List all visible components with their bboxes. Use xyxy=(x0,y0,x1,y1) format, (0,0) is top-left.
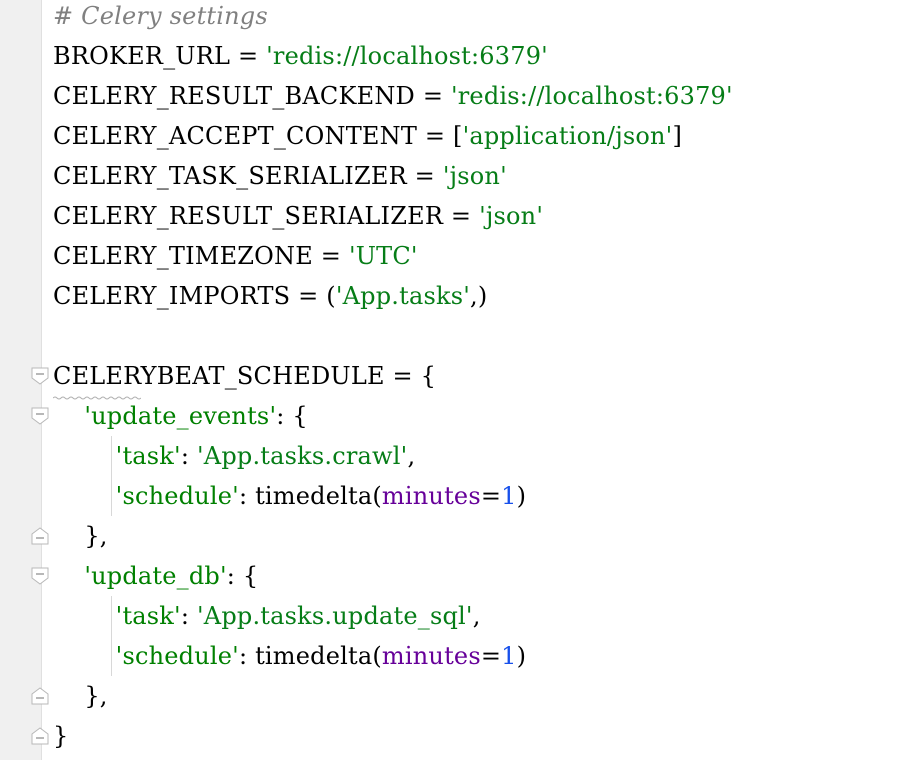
code-line[interactable]: 'schedule': timedelta(minutes=1) xyxy=(53,636,526,676)
code-token: ,) xyxy=(470,282,488,310)
code-token: 'redis://localhost:6379' xyxy=(266,42,548,70)
code-line[interactable]: 'task': 'App.tasks.crawl', xyxy=(53,436,415,476)
code-token: : timedelta( xyxy=(238,642,382,670)
code-token: ) xyxy=(516,482,527,510)
code-token: minutes xyxy=(381,482,481,510)
code-token: : timedelta( xyxy=(238,482,382,510)
code-token: ) xyxy=(516,642,527,670)
code-token: CELERY_RESULT_SERIALIZER = xyxy=(53,202,480,230)
code-line[interactable]: CELERYBEAT_SCHEDULE = { xyxy=(53,356,436,396)
code-token: 'UTC' xyxy=(348,242,418,270)
code-token: 'schedule' xyxy=(115,642,239,670)
code-line[interactable]: CELERY_ACCEPT_CONTENT = ['application/js… xyxy=(53,116,682,156)
code-token: 'update_db' xyxy=(84,562,227,590)
code-line[interactable]: CELERY_TASK_SERIALIZER = 'json' xyxy=(53,156,507,196)
code-token: CELERY_RESULT_BACKEND = xyxy=(53,82,451,110)
code-token: : xyxy=(180,442,197,470)
code-area[interactable]: # Celery settings BROKER_URL = 'redis://l… xyxy=(0,0,907,760)
code-token: 'task' xyxy=(115,602,181,630)
code-line[interactable]: CELERY_TIMEZONE = 'UTC' xyxy=(53,236,418,276)
code-line[interactable]: BROKER_URL = 'redis://localhost:6379' xyxy=(53,36,548,76)
code-line[interactable]: }, xyxy=(53,516,108,556)
fold-close-icon[interactable] xyxy=(31,527,49,545)
code-line[interactable]: CELERY_RESULT_SERIALIZER = 'json' xyxy=(53,196,543,236)
code-token: 'update_events' xyxy=(84,402,277,430)
code-token: CELERY_TASK_SERIALIZER = xyxy=(53,162,443,190)
code-token: CELERYBEAT_SCHEDULE = { xyxy=(53,362,437,390)
code-token: = xyxy=(480,642,502,670)
code-token: 'App.tasks.crawl' xyxy=(196,442,408,470)
code-token: CELERY_TIMEZONE = xyxy=(53,242,349,270)
code-line[interactable]: 'update_events': { xyxy=(53,396,308,436)
fold-open-icon[interactable] xyxy=(31,567,49,585)
code-token: , xyxy=(472,602,481,630)
code-line[interactable]: CELERY_IMPORTS = ('App.tasks',) xyxy=(53,276,487,316)
code-token: 'App.tasks.update_sql' xyxy=(196,602,473,630)
code-line[interactable]: 'update_db': { xyxy=(53,556,258,596)
code-line[interactable]: }, xyxy=(53,676,108,716)
code-line[interactable]: CELERY_RESULT_BACKEND = 'redis://localho… xyxy=(53,76,733,116)
code-token: 1 xyxy=(501,642,517,670)
fold-close-icon[interactable] xyxy=(31,687,49,705)
code-token: : { xyxy=(276,402,308,430)
fold-open-icon[interactable] xyxy=(31,367,49,385)
code-token: 'App.tasks' xyxy=(335,282,471,310)
code-token: 'task' xyxy=(115,442,181,470)
code-line[interactable]: 'schedule': timedelta(minutes=1) xyxy=(53,476,526,516)
code-token: CELERY_IMPORTS = ( xyxy=(53,282,336,310)
code-token: minutes xyxy=(381,642,481,670)
code-line[interactable]: } xyxy=(53,716,68,756)
code-token: : { xyxy=(226,562,259,590)
code-token: 'json' xyxy=(479,202,544,230)
code-editor[interactable]: # Celery settings BROKER_URL = 'redis://l… xyxy=(0,0,907,760)
code-token: }, xyxy=(53,522,108,550)
code-token: } xyxy=(53,722,69,750)
code-token: }, xyxy=(53,682,108,710)
code-token: 'schedule' xyxy=(115,482,239,510)
code-token: # Celery settings xyxy=(53,2,268,30)
code-token: 'application/json' xyxy=(462,122,673,150)
code-token: , xyxy=(407,442,416,470)
code-token: 'redis://localhost:6379' xyxy=(450,82,733,110)
code-token: = xyxy=(480,482,502,510)
fold-open-icon[interactable] xyxy=(31,407,49,425)
code-token: ] xyxy=(672,122,683,150)
code-token: : xyxy=(180,602,197,630)
fold-close-icon[interactable] xyxy=(31,727,49,745)
code-token: 'json' xyxy=(442,162,507,190)
code-token: CELERY_ACCEPT_CONTENT = [ xyxy=(53,122,463,150)
code-token: BROKER_URL = xyxy=(53,42,267,70)
code-line[interactable]: 'task': 'App.tasks.update_sql', xyxy=(53,596,481,636)
code-token: 1 xyxy=(501,482,517,510)
code-line[interactable]: # Celery settings xyxy=(53,0,268,36)
